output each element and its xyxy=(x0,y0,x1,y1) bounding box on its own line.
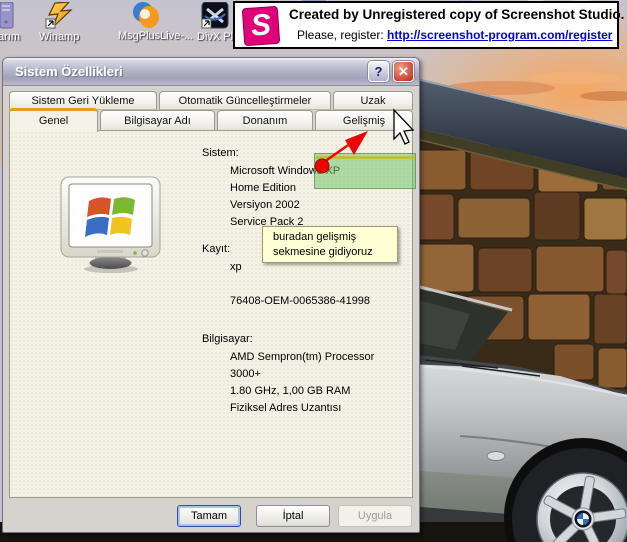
system-label: Sistem: xyxy=(202,147,340,165)
system-section: Sistem: Microsoft Windows XP Home Editio… xyxy=(202,147,340,233)
system-line: Home Edition xyxy=(202,182,340,199)
computer-line: 3000+ xyxy=(202,368,374,385)
system-line: Microsoft Windows XP xyxy=(202,165,340,182)
icon-label: arım xyxy=(0,31,20,43)
desktop-icon-msgpluslive[interactable]: MsgPlusLive-... xyxy=(130,1,162,34)
register-link[interactable]: http://screenshot-program.com/register xyxy=(387,28,612,42)
tab-uzak[interactable]: Uzak xyxy=(333,91,413,110)
banner-register-prefix: Please, register: xyxy=(297,28,387,42)
dialog-title: Sistem Özellikleri xyxy=(15,64,123,79)
msgpluslive-icon xyxy=(130,1,162,29)
dialog-titlebar[interactable]: Sistem Özellikleri ? ✕ xyxy=(3,58,419,86)
computer-line: Fiziksel Adres Uzantısı xyxy=(202,402,374,419)
registration-line: xp xyxy=(202,261,370,278)
desktop-icon-my-computer[interactable]: arım xyxy=(0,2,14,34)
windows-monitor-icon xyxy=(59,175,162,275)
desktop: arım Winamp MsgPlusLive-... xyxy=(0,0,627,542)
help-button[interactable]: ? xyxy=(368,61,389,82)
winamp-icon xyxy=(45,2,75,29)
tab-bilgisayar-adi[interactable]: Bilgisayar Adı xyxy=(100,110,215,131)
annotation-tooltip: buradan gelişmiş sekmesine gidiyoruz xyxy=(262,226,398,263)
ok-button[interactable]: Tamam xyxy=(177,505,241,527)
banner-title: Created by Unregistered copy of Screensh… xyxy=(289,7,617,22)
cancel-button[interactable]: İptal xyxy=(256,505,330,527)
computer-label: Bilgisayar: xyxy=(202,333,374,351)
system-properties-dialog: Sistem Özellikleri ? ✕ Sistem Geri Yükle… xyxy=(2,57,420,533)
system-line: Versiyon 2002 xyxy=(202,199,340,216)
icon-label: MsgPlusLive-... xyxy=(118,30,193,42)
registration-line xyxy=(202,278,370,295)
my-computer-icon xyxy=(0,2,14,29)
computer-section: Bilgisayar: AMD Sempron(tm) Processor 30… xyxy=(202,333,374,419)
banner-register-line: Please, register: http://screenshot-prog… xyxy=(297,28,612,42)
screenshot-studio-banner: S Created by Unregistered copy of Screen… xyxy=(233,1,619,49)
desktop-icon-divx[interactable]: DivX Pla xyxy=(201,2,231,34)
tooltip-line: buradan gelişmiş xyxy=(273,230,397,245)
computer-line: 1.80 GHz, 1,00 GB RAM xyxy=(202,385,374,402)
apply-button[interactable]: Uygula xyxy=(338,505,412,527)
divx-icon xyxy=(201,2,231,29)
tooltip-line: sekmesine gidiyoruz xyxy=(273,245,397,260)
tab-otomatik-guncellestirmeler[interactable]: Otomatik Güncelleştirmeler xyxy=(159,91,331,110)
screenshot-studio-logo: S xyxy=(242,6,281,46)
registration-line: 76408-OEM-0065386-41998 xyxy=(202,295,370,312)
general-tab-page: Sistem: Microsoft Windows XP Home Editio… xyxy=(9,130,413,498)
computer-line: AMD Sempron(tm) Processor xyxy=(202,351,374,368)
icon-label: Winamp xyxy=(39,31,79,43)
tab-donanim[interactable]: Donanım xyxy=(217,110,313,131)
close-button[interactable]: ✕ xyxy=(393,61,414,82)
tab-gelismis[interactable]: Gelişmiş xyxy=(315,110,413,131)
desktop-icon-winamp[interactable]: Winamp xyxy=(45,2,75,34)
tab-genel[interactable]: Genel xyxy=(9,108,98,132)
